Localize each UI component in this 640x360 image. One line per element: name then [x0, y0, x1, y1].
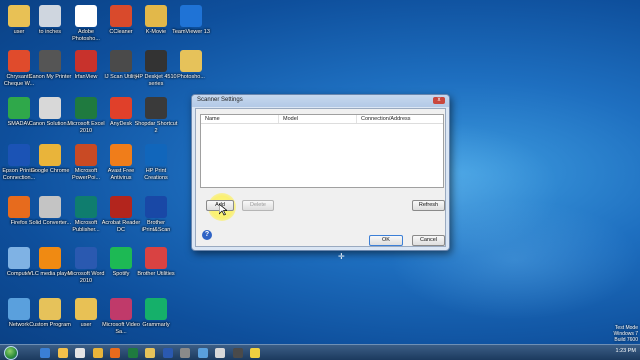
desktop-icon-label: Shopdar Shortcut 2 — [134, 121, 178, 134]
cheque-writer-icon — [8, 50, 30, 72]
canon-icon — [39, 97, 61, 119]
settings-icon[interactable] — [180, 348, 190, 358]
epson-icon — [8, 144, 30, 166]
scanner-list-header: Name Model Connection/Address — [201, 115, 443, 124]
program-folder-icon — [39, 298, 61, 320]
refresh-button[interactable]: Refresh — [412, 200, 445, 211]
desktop-icon-label: Brother Utilities — [137, 271, 175, 277]
folder-icon[interactable] — [145, 348, 155, 358]
irfanview-icon — [75, 50, 97, 72]
desktop-icon[interactable]: Grammarly — [134, 298, 178, 329]
dialog-titlebar[interactable]: Scanner Settings x — [192, 95, 449, 107]
test-mode-watermark: Test Mode Windows 7 Build 7600 — [614, 325, 638, 343]
close-icon: x — [437, 97, 441, 103]
desktop-icon-label: Brother iPrint&Scan — [141, 220, 171, 233]
adobe-photoshop-icon — [75, 5, 97, 27]
media-icon[interactable] — [75, 348, 85, 358]
ie-icon[interactable] — [40, 348, 50, 358]
scanner-list[interactable]: Name Model Connection/Address — [200, 114, 444, 188]
firefox-icon[interactable] — [110, 348, 120, 358]
column-header-model[interactable]: Model — [279, 115, 357, 123]
word-icon — [75, 247, 97, 269]
printer-icon — [39, 50, 61, 72]
desktop-icon-label: Photosho... — [177, 74, 205, 80]
user-folder-icon — [75, 298, 97, 320]
video-icon — [110, 298, 132, 320]
grammarly-icon — [145, 298, 167, 320]
scanner-icon — [110, 50, 132, 72]
network-icon — [8, 298, 30, 320]
hp-creations-icon — [145, 144, 167, 166]
folder-icon — [180, 50, 202, 72]
delete-button[interactable]: Delete — [242, 200, 274, 211]
teamviewer-icon — [180, 5, 202, 27]
desktop-icon-label: HP Print Creations — [144, 168, 168, 181]
mail-icon[interactable] — [250, 348, 260, 358]
canon-icon[interactable] — [215, 348, 225, 358]
taskbar-clock[interactable]: 1:23 PM — [616, 348, 636, 354]
vlc-icon — [39, 247, 61, 269]
scanner-settings-dialog: Scanner Settings x Name Model Connection… — [191, 94, 450, 251]
ccleaner-icon — [110, 5, 132, 27]
powerpoint-icon — [75, 144, 97, 166]
chrome-icon[interactable] — [92, 348, 103, 358]
excel-icon — [75, 97, 97, 119]
dialog-title: Scanner Settings — [197, 97, 243, 103]
acrobat-icon — [110, 196, 132, 218]
desktop-icon[interactable]: TeamViewer 13 — [169, 5, 213, 36]
close-button[interactable]: x — [433, 97, 445, 104]
ok-button[interactable]: OK — [369, 235, 403, 246]
brother-utilities-icon — [145, 247, 167, 269]
film-folder-icon — [145, 5, 167, 27]
watermark-line: Build 7600 — [614, 337, 638, 343]
excel-icon[interactable] — [127, 348, 138, 358]
smadav-icon — [8, 97, 30, 119]
photo-icon[interactable] — [197, 348, 208, 358]
explorer-icon[interactable] — [57, 348, 68, 358]
publisher-icon — [75, 196, 97, 218]
desktop-icon[interactable]: HP Print Creations — [134, 144, 178, 181]
word-icon[interactable] — [162, 348, 173, 358]
desktop-icon-label: Grammarly — [142, 322, 170, 328]
shop-icon — [145, 97, 167, 119]
desktop: user to inches Adobe Photosho... CCleaner K-… — [0, 0, 640, 360]
dialog-body: Name Model Connection/Address Add Delete… — [195, 108, 446, 247]
hp-printer-icon — [145, 50, 167, 72]
scanner-icon[interactable] — [232, 348, 243, 358]
help-icon[interactable]: ? — [202, 230, 212, 240]
cancel-button[interactable]: Cancel — [412, 235, 445, 246]
desktop-icon-label: TeamViewer 13 — [172, 29, 210, 35]
desktop-icon[interactable]: Brother Utilities — [134, 247, 178, 278]
desktop-icon[interactable]: Shopdar Shortcut 2 — [134, 97, 178, 134]
desktop-icon[interactable]: Brother iPrint&Scan — [134, 196, 178, 233]
column-header-connection[interactable]: Connection/Address — [357, 115, 443, 123]
start-button[interactable] — [4, 346, 18, 360]
spotify-icon — [110, 247, 132, 269]
computer-icon — [8, 247, 30, 269]
desktop-icon[interactable]: Photosho... — [169, 50, 213, 81]
firefox-icon — [8, 196, 30, 218]
user-folder-icon — [8, 5, 30, 27]
solid-converter-icon — [39, 196, 61, 218]
column-header-name[interactable]: Name — [201, 115, 279, 123]
avast-icon — [110, 144, 132, 166]
mouse-cursor-icon — [219, 204, 227, 216]
chrome-icon — [39, 144, 61, 166]
taskbar: 1:23 PM — [0, 344, 640, 360]
anydesk-icon — [110, 97, 132, 119]
brother-icon — [145, 196, 167, 218]
recycle-bin-icon — [39, 5, 61, 27]
busy-cursor-icon: ✛ — [338, 252, 345, 261]
